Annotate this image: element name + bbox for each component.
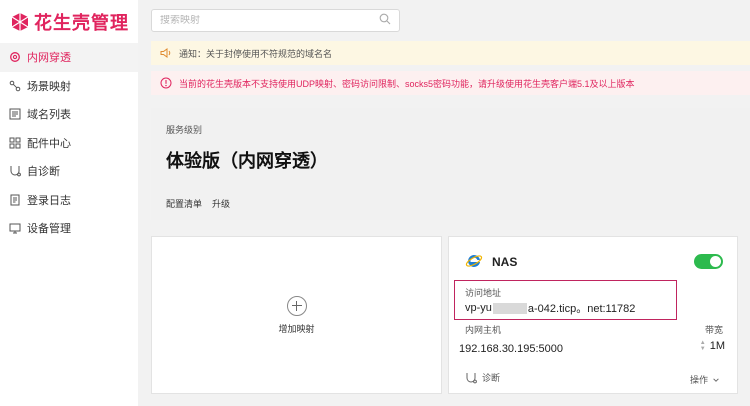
chevron-down-icon[interactable]: ▼ (700, 346, 706, 352)
bandwidth-value: 1M (709, 340, 725, 352)
warning-icon (160, 77, 172, 89)
config-list-link[interactable]: 配置清单 (166, 197, 202, 210)
internal-host-label: 内网主机 (465, 325, 502, 335)
sidebar-item-label: 配件中心 (27, 137, 71, 150)
internal-host-value: 192.168.30.195:5000 (459, 343, 563, 355)
diagnose-icon (466, 372, 477, 383)
sidebar-item-accessory-center[interactable]: 配件中心 (0, 129, 138, 158)
sidebar-item-label: 自诊断 (27, 166, 60, 179)
warning-notice: 当前的花生壳版本不支持使用UDP映射、密码访问限制、socks5密码功能，请升级… (151, 71, 750, 95)
device-icon (9, 222, 21, 234)
search-input[interactable] (160, 15, 379, 26)
operations-dropdown[interactable]: 操作 (690, 373, 720, 386)
log-icon (9, 194, 21, 206)
service-links: 配置清单 升级 (166, 197, 230, 210)
operations-label: 操作 (689, 375, 708, 385)
service-level-title: 体验版（内网穿透） (166, 151, 328, 171)
redaction-block (492, 302, 527, 314)
access-address-label: 访问地址 (465, 288, 502, 298)
access-address-box: 访问地址 vp-yu a-042.ticp。net:11782 (454, 280, 677, 320)
sidebar: 花生壳管理 内网穿透 场景映射 域名列表 配件中心 自诊断 登录日志 设备管理 (0, 0, 138, 406)
service-panel: 服务级别 体验版（内网穿透） 配置清单 升级 (151, 108, 750, 220)
service-level-label: 服务级别 (166, 125, 203, 135)
sidebar-item-nat-traversal[interactable]: 内网穿透 (0, 43, 138, 72)
access-address-prefix: vp-yu (465, 302, 492, 314)
info-notice-text[interactable]: 通知：关于封停使用不符规范的域名名 (179, 47, 332, 60)
sidebar-nav: 内网穿透 场景映射 域名列表 配件中心 自诊断 登录日志 设备管理 (0, 43, 138, 243)
mapping-card: NAS 访问地址 vp-yu a-042.ticp。net:11782 内网主机… (448, 236, 738, 394)
app-logo[interactable]: 花生壳管理 (10, 10, 129, 34)
peanut-logo-icon (10, 12, 30, 32)
scene-icon (9, 80, 21, 92)
sidebar-item-label: 内网穿透 (27, 52, 71, 65)
gear-icon (9, 51, 21, 63)
warning-notice-text: 当前的花生壳版本不支持使用UDP映射、密码访问限制、socks5密码功能，请升级… (179, 78, 635, 89)
access-address-value[interactable]: vp-yu a-042.ticp。net:11782 (465, 300, 635, 316)
mapping-enable-toggle[interactable] (694, 254, 723, 269)
sidebar-item-domain-list[interactable]: 域名列表 (0, 100, 138, 129)
add-mapping-label: 增加映射 (278, 323, 315, 334)
access-address-suffix: a-042.ticp。net:11782 (527, 303, 636, 315)
sidebar-item-scene-mapping[interactable]: 场景映射 (0, 72, 138, 101)
search-box (151, 9, 400, 32)
sidebar-item-login-log[interactable]: 登录日志 (0, 186, 138, 215)
upgrade-link[interactable]: 升级 (212, 197, 230, 210)
diagnose-icon (9, 165, 21, 177)
sidebar-item-label: 域名列表 (27, 109, 71, 122)
list-icon (9, 108, 21, 120)
sidebar-item-label: 设备管理 (27, 223, 71, 236)
speaker-icon (160, 47, 172, 59)
search-icon[interactable] (379, 13, 391, 28)
diagnose-button[interactable]: 诊断 (465, 371, 500, 384)
browser-e-icon (465, 254, 483, 267)
info-notice: 通知：关于封停使用不符规范的域名名 (151, 41, 750, 65)
sidebar-item-device-management[interactable]: 设备管理 (0, 214, 138, 243)
bandwidth-control: ▲ ▼ 1M (700, 340, 725, 352)
app-title: 花生壳管理 (34, 13, 129, 33)
sidebar-item-self-diagnosis[interactable]: 自诊断 (0, 157, 138, 186)
sidebar-item-label: 登录日志 (27, 194, 71, 207)
grid-icon (9, 137, 21, 149)
plus-icon (286, 295, 307, 316)
bandwidth-stepper[interactable]: ▲ ▼ (700, 340, 706, 352)
bandwidth-label: 带宽 (704, 325, 723, 335)
diagnose-label: 诊断 (482, 373, 501, 383)
sidebar-item-label: 场景映射 (27, 80, 71, 93)
mapping-name: NAS (492, 255, 518, 269)
add-mapping-card[interactable]: 增加映射 (151, 236, 442, 394)
chevron-down-icon (713, 377, 719, 382)
